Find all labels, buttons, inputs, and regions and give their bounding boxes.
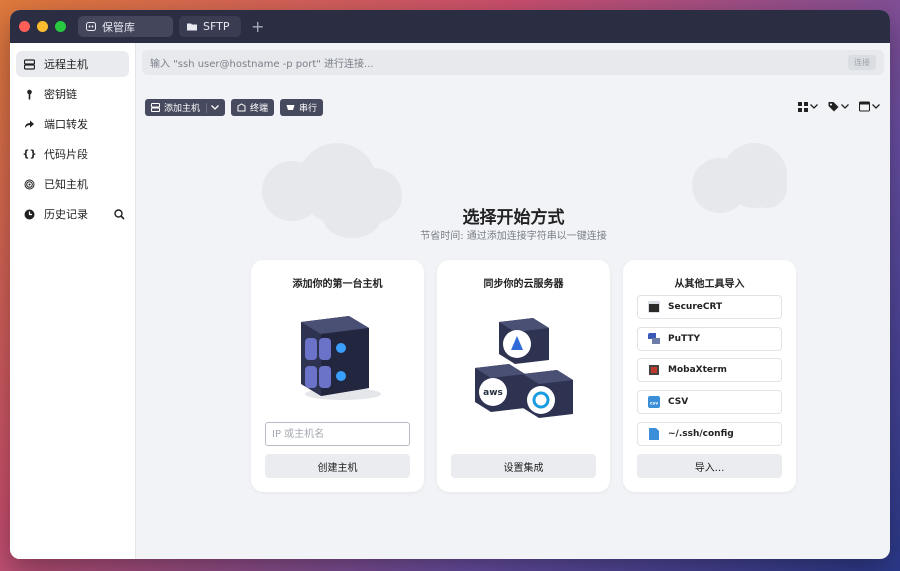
setup-integration-button[interactable]: 设置集成 (451, 454, 596, 478)
csv-file-icon: csv (648, 396, 660, 408)
tab-sftp[interactable]: SFTP (179, 16, 241, 37)
import-item-label: ~/.ssh/config (668, 429, 734, 439)
connect-button[interactable]: 连接 (848, 55, 876, 70)
create-host-button[interactable]: 创建主机 (265, 454, 410, 478)
terminal-label: 终端 (250, 104, 269, 114)
import-mobaxterm-button[interactable]: MobaXterm (637, 358, 782, 382)
securecrt-icon (648, 301, 660, 313)
sidebar-item-snippets[interactable]: {} 代码片段 (16, 141, 129, 167)
serial-port-icon (286, 105, 295, 110)
window-controls (19, 21, 66, 32)
sidebar-item-keychain[interactable]: 密钥链 (16, 81, 129, 107)
import-ssh-config-button[interactable]: ~/.ssh/config (637, 422, 782, 446)
sidebar-item-hosts[interactable]: 远程主机 (16, 51, 129, 77)
terminal-icon (237, 103, 246, 112)
serial-button[interactable]: 串行 (280, 99, 324, 116)
import-item-label: SecureCRT (668, 302, 723, 312)
import-button[interactable]: 导入... (637, 454, 782, 478)
file-icon (649, 428, 659, 440)
clock-icon (24, 209, 35, 219)
quick-connect-bar[interactable]: 输入 "ssh user@hostname -p port" 进行连接... 连… (142, 50, 884, 75)
sync-cloud-card: 同步你的云服务器 aws 设置集成 (437, 260, 610, 492)
quick-connect-placeholder: 输入 "ssh user@hostname -p port" 进行连接... (150, 59, 374, 70)
toolbar: 添加主机 终端 串行 (145, 99, 324, 116)
sidebar-item-label: 已知主机 (44, 178, 88, 191)
sidebar-item-label: 历史记录 (44, 208, 88, 221)
sidebar-item-known-hosts[interactable]: 已知主机 (16, 171, 129, 197)
chevron-down-icon (841, 104, 849, 109)
import-card-title: 从其他工具导入 (674, 279, 745, 290)
calendar-icon (859, 101, 870, 112)
putty-icon (648, 333, 660, 344)
add-host-label: 添加主机 (164, 104, 201, 114)
zoom-window-button[interactable] (55, 21, 66, 32)
import-card: 从其他工具导入 SecureCRT PuTTY MobaXterm csv CS… (623, 260, 796, 492)
cloud-providers-illustration: aws (475, 318, 573, 418)
aws-logo-text: aws (483, 388, 503, 398)
add-host-card-title: 添加你的第一台主机 (292, 279, 383, 290)
key-icon (27, 89, 32, 99)
sidebar-item-label: 远程主机 (44, 58, 88, 71)
forward-arrow-icon (25, 120, 34, 128)
fingerprint-icon (24, 179, 35, 189)
app-window: 保管库 SFTP + 远程主机 密钥链 端口转发 {} 代码片段 已知主机 历史… (10, 10, 890, 559)
csv-file-badge: csv (650, 402, 658, 407)
folder-icon (187, 23, 197, 31)
sort-options[interactable] (859, 101, 880, 112)
sidebar-item-label: 代码片段 (44, 148, 88, 161)
sync-cloud-card-title: 同步你的云服务器 (483, 279, 564, 290)
vault-icon (86, 22, 96, 31)
sidebar-item-label: 端口转发 (44, 118, 88, 131)
page-subtitle: 节省时间: 通过添加连接字符串以一键连接 (420, 231, 607, 242)
title-bar: 保管库 SFTP + (10, 10, 890, 43)
import-item-label: CSV (668, 397, 689, 407)
main-content: 输入 "ssh user@hostname -p port" 进行连接... 连… (137, 43, 890, 559)
add-host-card: 添加你的第一台主机 创建主机 (251, 260, 424, 492)
mobaxterm-icon (649, 365, 659, 375)
chevron-down-icon (810, 104, 818, 109)
view-tools (798, 101, 880, 112)
import-item-label: MobaXterm (668, 365, 727, 375)
add-host-button[interactable]: 添加主机 (145, 99, 226, 116)
tab-sftp-label: SFTP (203, 20, 230, 33)
tag-filter[interactable] (828, 101, 849, 112)
import-securecrt-button[interactable]: SecureCRT (637, 295, 782, 319)
terminal-button[interactable]: 终端 (231, 99, 275, 116)
chevron-down-icon (211, 104, 219, 110)
server-icon (24, 58, 35, 70)
sidebar: 远程主机 密钥链 端口转发 {} 代码片段 已知主机 历史记录 (10, 43, 136, 559)
add-host-dropdown[interactable] (206, 102, 219, 113)
tab-vault-label: 保管库 (102, 20, 135, 34)
page-title: 选择开始方式 (462, 208, 565, 228)
sidebar-item-label: 密钥链 (44, 88, 77, 101)
import-putty-button[interactable]: PuTTY (637, 327, 782, 351)
ip-hostname-input[interactable] (265, 422, 410, 446)
add-tab-button[interactable]: + (251, 17, 264, 36)
tag-icon (828, 102, 839, 112)
serial-label: 串行 (299, 104, 318, 114)
chevron-down-icon (872, 104, 880, 109)
search-icon[interactable] (114, 208, 125, 220)
sidebar-item-port-forwarding[interactable]: 端口转发 (16, 111, 129, 137)
server-icon (151, 103, 160, 112)
import-csv-button[interactable]: csv CSV (637, 390, 782, 414)
server-rack-illustration (301, 316, 381, 400)
close-window-button[interactable] (19, 21, 30, 32)
grid-view-toggle[interactable] (798, 101, 818, 112)
tab-vault[interactable]: 保管库 (78, 16, 173, 37)
grid-icon (798, 101, 808, 112)
minimize-window-button[interactable] (37, 21, 48, 32)
sidebar-item-history[interactable]: 历史记录 (16, 201, 129, 227)
braces-icon: {} (22, 148, 37, 160)
import-item-label: PuTTY (668, 334, 701, 344)
